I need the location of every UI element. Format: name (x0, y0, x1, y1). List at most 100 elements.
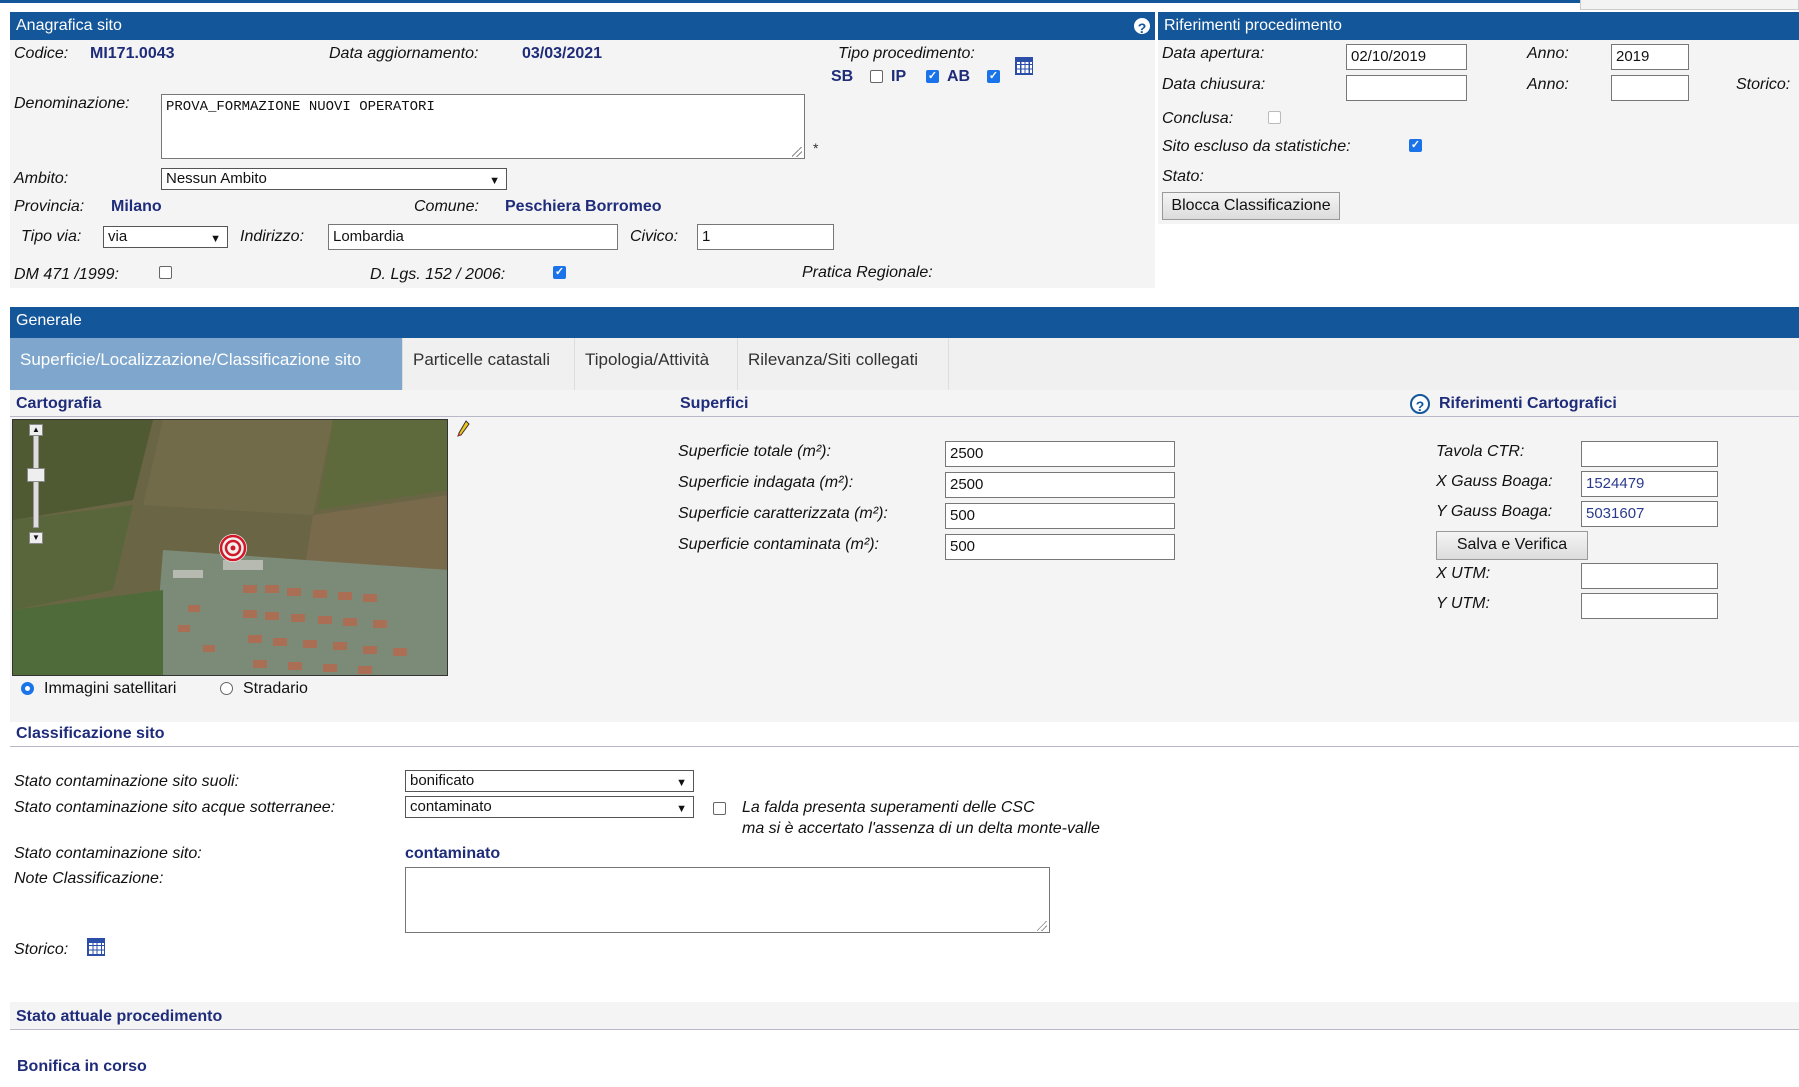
falda-checkbox[interactable] (713, 802, 726, 815)
calendar-icon[interactable] (87, 938, 105, 956)
conclusa-label: Conclusa: (1162, 110, 1234, 127)
sito-escluso-label: Sito escluso da statistiche: (1162, 138, 1351, 155)
tab-superficie[interactable]: Superficie/Localizzazione/Classificazion… (10, 338, 403, 390)
tipo-via-value: via (108, 228, 128, 245)
classificazione-title: Classificazione sito (16, 725, 165, 742)
y-gauss-boaga-input[interactable]: 5031607 (1581, 501, 1718, 527)
dm-471-checkbox[interactable] (159, 266, 172, 279)
x-gauss-boaga-label: X Gauss Boaga: (1436, 473, 1553, 490)
y-gauss-boaga-label: Y Gauss Boaga: (1436, 503, 1553, 520)
stato-suoli-select[interactable]: bonificato ▼ (405, 770, 694, 792)
anno-chiusura-input[interactable] (1611, 75, 1689, 101)
stato-attuale-panel (10, 1030, 1799, 1087)
note-classificazione-textarea[interactable] (405, 867, 1050, 933)
ambito-select[interactable]: Nessun Ambito ▼ (161, 168, 507, 190)
dlgs-152-checkbox[interactable]: ✓ (553, 266, 566, 279)
cartografia-title: Cartografia (16, 395, 102, 412)
falda-text-line1: La falda presenta superamenti delle CSC (742, 799, 1035, 816)
stato-suoli-label: Stato contaminazione sito suoli: (14, 773, 240, 790)
anno-apertura-input[interactable]: 2019 (1611, 44, 1689, 70)
ambito-select-value: Nessun Ambito (166, 170, 267, 187)
y-utm-label: Y UTM: (1436, 595, 1490, 612)
sito-escluso-checkbox[interactable]: ✓ (1409, 139, 1422, 152)
required-asterisk: * (813, 140, 819, 156)
tab-particelle[interactable]: Particelle catastali (403, 338, 575, 390)
superficie-totale-input[interactable]: 2500 (945, 441, 1175, 467)
riferimenti-cartografici-title: Riferimenti Cartografici (1439, 395, 1617, 412)
tipo-sb-checkbox[interactable] (870, 70, 883, 83)
help-icon[interactable]: ? (1132, 16, 1152, 36)
civico-input[interactable]: 1 (697, 224, 834, 250)
generale-header: Generale (10, 307, 1799, 338)
tab-tipologia[interactable]: Tipologia/Attività (575, 338, 738, 390)
storico-classificazione-label: Storico: (14, 941, 69, 958)
anagrafica-panel (10, 40, 1155, 288)
tipo-ip-checkbox[interactable]: ✓ (926, 70, 939, 83)
anagrafica-header: Anagrafica sito (10, 12, 1155, 40)
tavola-ctr-input[interactable] (1581, 441, 1718, 467)
zoom-in-icon[interactable]: ▲ (29, 424, 43, 436)
superficie-indagata-label: Superficie indagata (m²): (678, 474, 854, 491)
denominazione-label: Denominazione: (14, 95, 130, 112)
denominazione-textarea[interactable]: PROVA_FORMAZIONE NUOVI OPERATORI (161, 94, 805, 159)
stato-sito-value: contaminato (405, 845, 501, 862)
stato-acque-select[interactable]: contaminato ▼ (405, 796, 694, 818)
data-apertura-input[interactable]: 02/10/2019 (1346, 44, 1467, 70)
stato-sito-label: Stato contaminazione sito: (14, 845, 202, 862)
tipo-procedimento-label: Tipo procedimento: (838, 45, 975, 62)
superficie-totale-label: Superficie totale (m²): (678, 443, 831, 460)
calendar-icon[interactable] (1015, 57, 1033, 75)
stradario-radio[interactable] (220, 682, 233, 695)
superficie-contaminata-input[interactable]: 500 (945, 534, 1175, 560)
tipo-ab-label: AB (947, 68, 971, 85)
stato-acque-label: Stato contaminazione sito acque sotterra… (14, 799, 336, 816)
storico-label: Storico: (1736, 76, 1791, 93)
stato-attuale-title: Stato attuale procedimento (16, 1008, 223, 1025)
ambito-label: Ambito: (14, 170, 69, 187)
superficie-indagata-input[interactable]: 2500 (945, 472, 1175, 498)
top-border (0, 0, 1799, 3)
tipo-via-select[interactable]: via ▼ (103, 226, 228, 248)
resize-grip-icon (1037, 921, 1047, 931)
codice-label: Codice: (14, 45, 69, 62)
pencil-icon[interactable] (456, 420, 470, 438)
dlgs-152-label: D. Lgs. 152 / 2006: (370, 266, 506, 283)
superfici-title: Superfici (680, 395, 749, 412)
tavola-ctr-label: Tavola CTR: (1436, 443, 1525, 460)
data-chiusura-input[interactable] (1346, 75, 1467, 101)
satellite-map[interactable] (12, 419, 448, 676)
section-divider (10, 416, 1799, 417)
civico-label: Civico: (630, 228, 679, 245)
conclusa-checkbox[interactable] (1268, 111, 1281, 124)
help-icon[interactable]: ? (1410, 394, 1430, 414)
data-chiusura-label: Data chiusura: (1162, 76, 1266, 93)
riferimenti-header: Riferimenti procedimento (1158, 12, 1799, 40)
indirizzo-input[interactable]: Lombardia (328, 224, 618, 250)
stradario-radio-label: Stradario (243, 680, 308, 697)
tipo-sb-label: SB (831, 68, 854, 85)
provincia-label: Provincia: (14, 198, 85, 215)
tab-rilevanza[interactable]: Rilevanza/Siti collegati (738, 338, 949, 390)
x-utm-input[interactable] (1581, 563, 1718, 589)
satellite-radio[interactable] (21, 682, 34, 695)
superficie-contaminata-label: Superficie contaminata (m²): (678, 536, 879, 553)
comune-value: Peschiera Borromeo (505, 198, 662, 215)
zoom-slider-handle[interactable] (27, 468, 45, 482)
blocca-classificazione-button[interactable]: Blocca Classificazione (1162, 192, 1340, 220)
superficie-caratterizzata-input[interactable]: 500 (945, 503, 1175, 529)
classificazione-panel (10, 722, 1799, 1002)
y-utm-input[interactable] (1581, 593, 1718, 619)
anno-apertura-label: Anno: (1527, 45, 1569, 62)
zoom-out-icon[interactable]: ▼ (29, 532, 43, 544)
chevron-down-icon: ▼ (210, 233, 221, 245)
map-image (13, 420, 447, 675)
anno-chiusura-label: Anno: (1527, 76, 1569, 93)
x-gauss-boaga-input[interactable]: 1524479 (1581, 471, 1718, 497)
stato-attuale-value: Bonifica in corso (17, 1058, 147, 1075)
data-aggiornamento-value: 03/03/2021 (522, 45, 603, 62)
satellite-radio-label: Immagini satellitari (44, 680, 177, 697)
salva-e-verifica-button[interactable]: Salva e Verifica (1436, 531, 1588, 560)
tipo-ab-checkbox[interactable]: ✓ (987, 70, 1000, 83)
tipo-ip-label: IP (891, 68, 907, 85)
chevron-down-icon: ▼ (676, 803, 687, 815)
